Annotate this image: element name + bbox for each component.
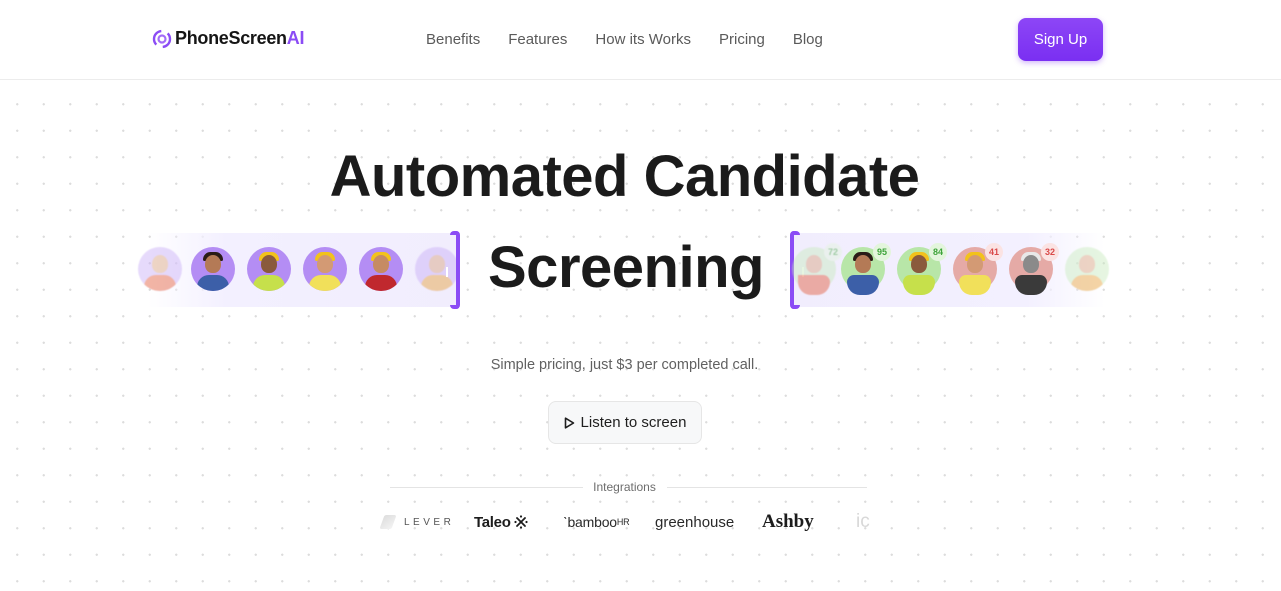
logo-greenhouse: greenhouse bbox=[655, 513, 735, 531]
nav-blog[interactable]: Blog bbox=[793, 31, 823, 48]
scored-candidate-avatar: 95 bbox=[841, 243, 891, 295]
scored-candidate-avatar: 84 bbox=[897, 243, 947, 295]
candidate-score: 32 bbox=[1041, 243, 1059, 261]
sign-up-button[interactable]: Sign Up bbox=[1018, 18, 1103, 61]
logo-partial: ic bbox=[856, 511, 870, 532]
logo-bamboohr: ˋ bamboo HR bbox=[563, 514, 630, 530]
listen-label: Listen to screen bbox=[580, 414, 687, 431]
brand-logo[interactable]: PhoneScreenAI bbox=[152, 28, 304, 49]
site-header: PhoneScreenAI Benefits Features How its … bbox=[0, 0, 1281, 80]
candidate-score: 72 bbox=[824, 243, 842, 261]
candidate-avatar bbox=[247, 247, 291, 291]
nav-benefits[interactable]: Benefits bbox=[426, 31, 480, 48]
scored-candidate-avatar: 32 bbox=[1009, 243, 1059, 295]
candidate-avatar bbox=[359, 247, 403, 291]
headline-line-2: Screening bbox=[488, 235, 764, 300]
logo-lever: LEVER bbox=[379, 508, 454, 536]
candidate-score: 41 bbox=[985, 243, 1003, 261]
pricing-subtitle: Simple pricing, just $3 per completed ca… bbox=[490, 357, 759, 373]
candidate-avatar bbox=[303, 247, 347, 291]
candidate-avatar bbox=[191, 247, 235, 291]
phone-signal-icon bbox=[152, 29, 172, 48]
logo-ashby: Ashby bbox=[762, 511, 814, 532]
nav-pricing[interactable]: Pricing bbox=[719, 31, 765, 48]
headline-line-1: Automated Candidate bbox=[329, 144, 920, 209]
scanner-bracket-left bbox=[446, 231, 460, 309]
scored-candidate-avatar: 72 bbox=[792, 243, 842, 295]
brand-name: PhoneScreenAI bbox=[175, 28, 305, 48]
candidate-score: 95 bbox=[873, 243, 891, 261]
incoming-candidates-strip bbox=[138, 231, 460, 309]
candidate-score: 84 bbox=[929, 243, 947, 261]
nav-how-it-works[interactable]: How its Works bbox=[595, 31, 691, 48]
taleo-star-icon bbox=[513, 515, 528, 529]
scored-candidates-strip: 72 95 84 41 32 bbox=[790, 231, 1109, 309]
divider-right bbox=[667, 487, 867, 488]
candidate-avatar bbox=[138, 247, 182, 291]
integrations-logos: LEVER Taleo ˋ bamboo HR greenhouse Ashby i… bbox=[0, 508, 1281, 536]
listen-to-screen-button[interactable]: Listen to screen bbox=[548, 401, 702, 444]
logo-taleo: Taleo bbox=[474, 508, 528, 536]
lever-mark-icon bbox=[379, 515, 397, 529]
nav-features[interactable]: Features bbox=[508, 31, 567, 48]
scored-candidate-avatar bbox=[1065, 247, 1109, 291]
play-icon bbox=[564, 416, 574, 429]
main-nav: Benefits Features How its Works Pricing … bbox=[426, 31, 851, 48]
scored-candidate-avatar: 41 bbox=[953, 243, 1003, 295]
integrations-label: Integrations bbox=[593, 480, 656, 494]
